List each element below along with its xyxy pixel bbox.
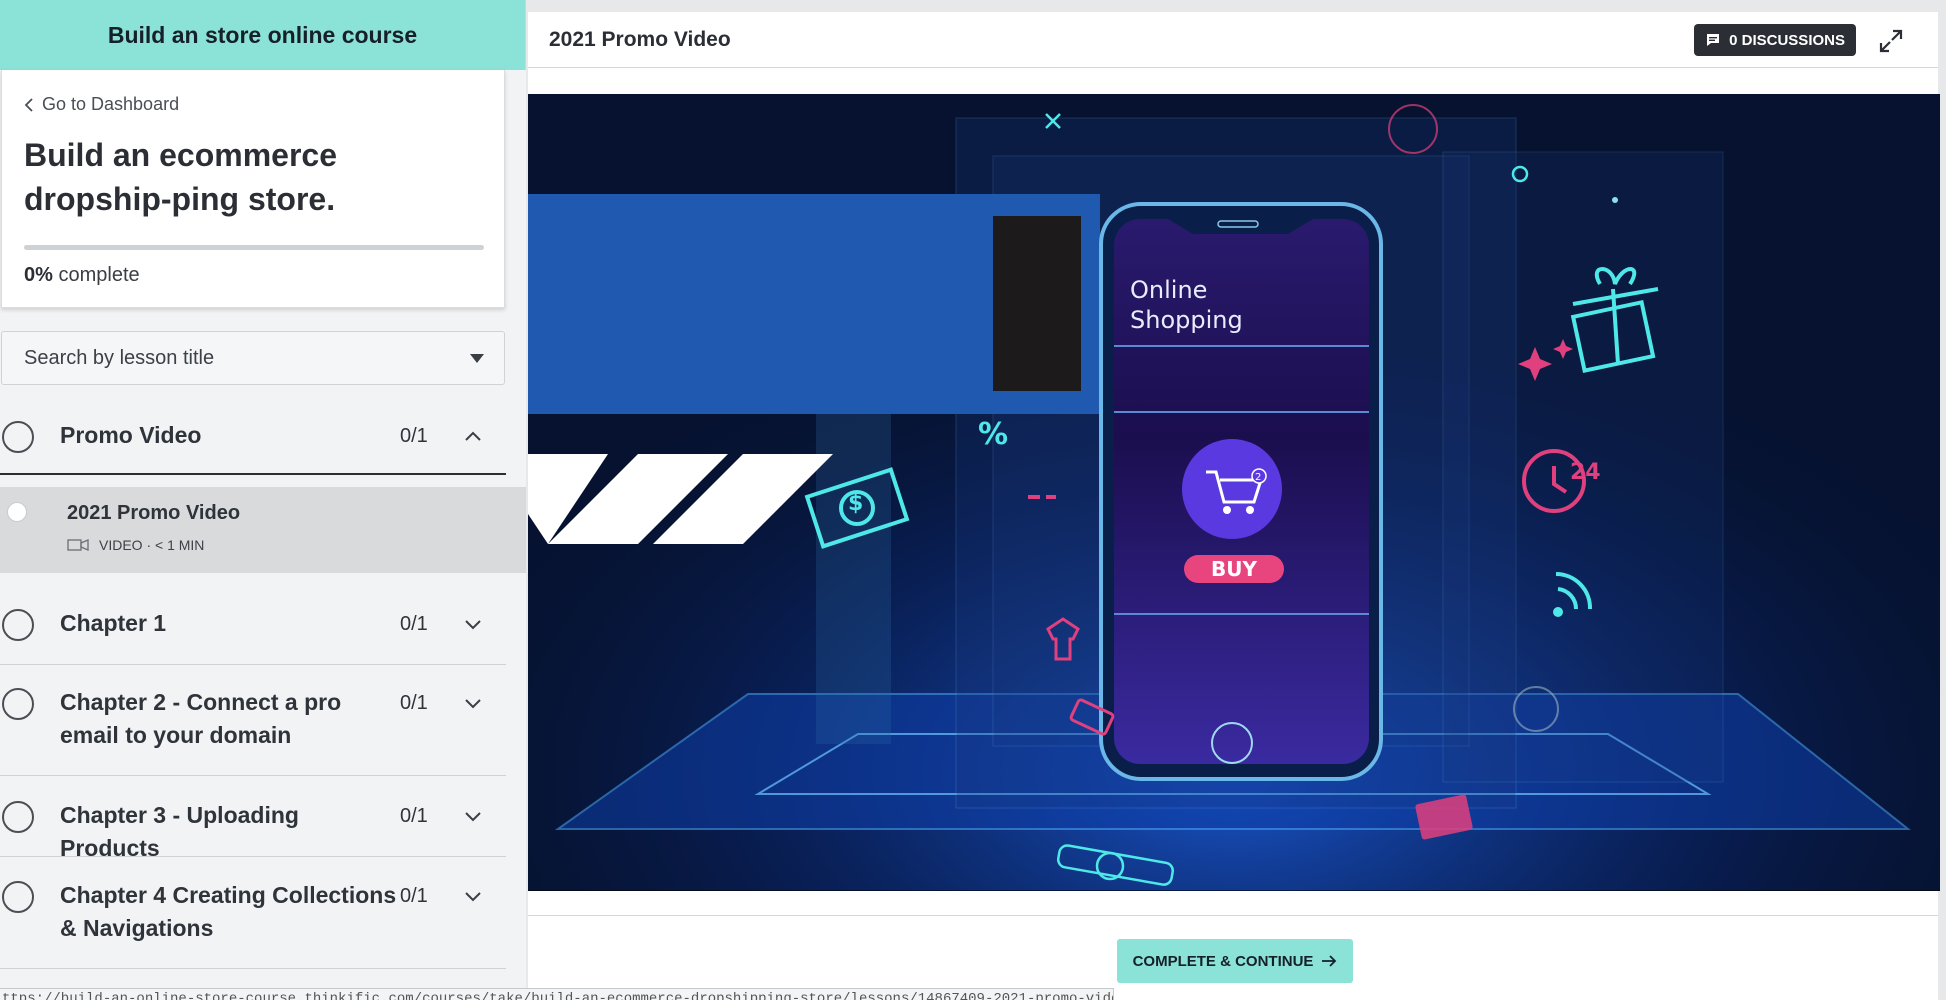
expand-arrows-icon[interactable]: [1878, 28, 1904, 54]
lesson-meta-text: VIDEO · < 1 MIN: [99, 537, 205, 553]
course-banner: Build an store online course: [0, 0, 526, 70]
chapter-2[interactable]: Chapter 2 - Connect a pro email to your …: [0, 686, 506, 776]
content-divider: [528, 915, 1938, 916]
progress-text: 0% complete: [24, 264, 482, 287]
lesson-meta: VIDEO · < 1 MIN: [67, 537, 204, 553]
video-frame-illustration: Online Shopping 2 BUY $ 24 %: [528, 94, 1940, 891]
video-screen-text-2: Shopping: [1130, 306, 1243, 334]
course-sidebar: Build an store online course Go to Dashb…: [0, 0, 526, 1000]
chapter-3[interactable]: Chapter 3 - Uploading Products 0/1: [0, 799, 506, 861]
chat-bubble-icon: [1707, 34, 1720, 46]
chapter-status-circle-icon: [2, 881, 34, 913]
chapter-1[interactable]: Chapter 1 0/1: [0, 607, 506, 665]
discussions-label: 0 DISCUSSIONS: [1729, 31, 1845, 49]
clock-24-label: 24: [1570, 460, 1601, 485]
chapter-4[interactable]: Chapter 4 Creating Collections & Navigat…: [0, 879, 506, 969]
chevron-left-icon: [24, 97, 33, 112]
lesson-search-select[interactable]: Search by lesson title: [1, 331, 505, 385]
lesson-header-title: 2021 Promo Video: [549, 27, 731, 51]
video-screen-text-1: Online: [1130, 276, 1207, 304]
progress-suffix: complete: [58, 264, 140, 286]
chapter-count: 0/1: [400, 613, 428, 635]
course-card: Go to Dashboard Build an ecommerce drops…: [1, 70, 505, 308]
chapter-title: Promo Video: [60, 422, 202, 448]
go-to-dashboard-label: Go to Dashboard: [42, 94, 180, 114]
course-title: Build an ecommerce dropship-ping store.: [24, 137, 337, 217]
chevron-down-icon[interactable]: [458, 799, 488, 833]
complete-and-continue-label: COMPLETE & CONTINUE: [1132, 952, 1314, 970]
complete-and-continue-button[interactable]: COMPLETE & CONTINUE: [1117, 939, 1353, 983]
percent-icon: %: [978, 417, 1008, 452]
progress-bar: [24, 245, 484, 250]
chevron-down-icon[interactable]: [458, 686, 488, 720]
cart-badge-text: 2: [1255, 472, 1261, 483]
arrow-right-icon: [1322, 955, 1337, 967]
progress-value: 0%: [24, 264, 53, 286]
chevron-down-icon[interactable]: [458, 607, 488, 641]
buy-label: BUY: [1211, 557, 1257, 581]
lesson-content: 2021 Promo Video 0 DISCUSSIONS Online Sh…: [528, 12, 1940, 1000]
chevron-up-icon[interactable]: [458, 419, 488, 453]
chapter-status-circle-icon: [2, 609, 34, 641]
chapter-status-circle-icon: [2, 421, 34, 453]
chapter-promo-video[interactable]: Promo Video 0/1: [0, 419, 506, 475]
chapter-count: 0/1: [400, 692, 428, 714]
chapter-count: 0/1: [400, 805, 428, 827]
video-player[interactable]: Online Shopping 2 BUY $ 24 %: [528, 94, 1940, 891]
caret-down-icon: [470, 353, 484, 363]
video-camera-icon: [67, 539, 89, 551]
lesson-status-dot-icon: [7, 502, 27, 522]
lesson-title: 2021 Promo Video: [67, 502, 241, 524]
lesson-item-2021-promo-video[interactable]: 2021 Promo Video VIDEO · < 1 MIN: [0, 487, 526, 573]
chevron-down-icon[interactable]: [458, 879, 488, 913]
chapter-title: Chapter 1: [60, 610, 167, 636]
chapter-status-circle-icon: [2, 688, 34, 720]
chapter-count: 0/1: [400, 885, 428, 907]
chapter-status-circle-icon: [2, 801, 34, 833]
chapter-title: Chapter 2 - Connect a pro email to your …: [60, 689, 342, 748]
chapter-count: 0/1: [400, 425, 428, 447]
chapter-title: Chapter 3 - Uploading Products: [60, 802, 299, 861]
status-bar-url: ttps://build-an-online-store-course.thin…: [0, 988, 1114, 1000]
dollar-icon: $: [848, 491, 863, 516]
lesson-search-placeholder: Search by lesson title: [24, 346, 215, 369]
discussions-button[interactable]: 0 DISCUSSIONS: [1694, 24, 1856, 56]
chapter-title: Chapter 4 Creating Collections & Navigat…: [60, 882, 397, 941]
go-to-dashboard-link[interactable]: Go to Dashboard: [24, 94, 482, 115]
